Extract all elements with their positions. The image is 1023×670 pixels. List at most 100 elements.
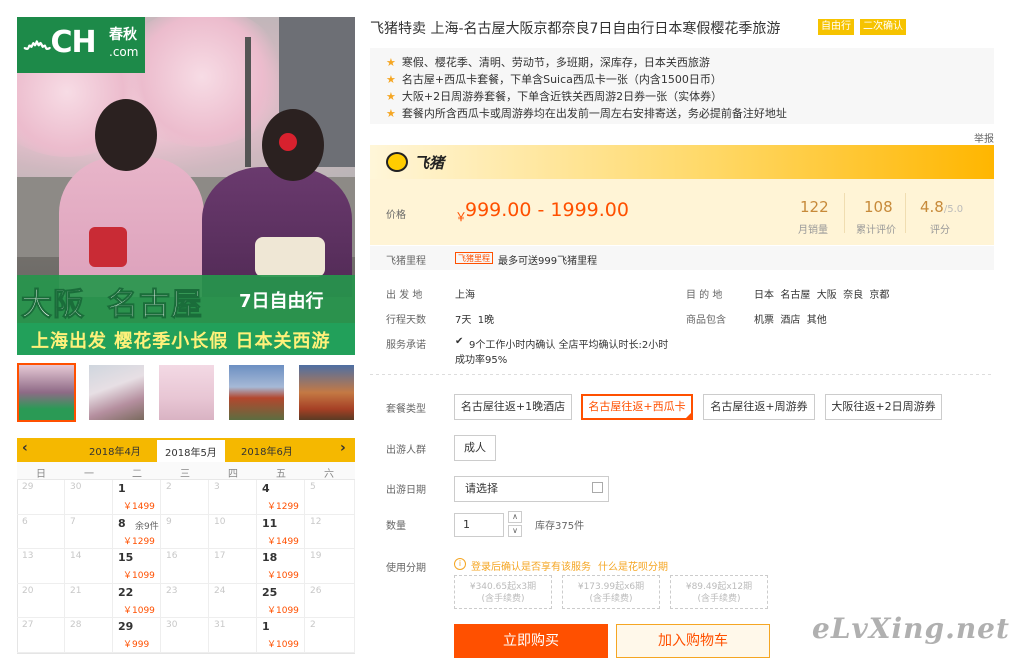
quantity-input[interactable]: 1	[454, 513, 504, 537]
calendar-day-available[interactable]: 18 ￥1099	[257, 549, 305, 584]
day-number: 12	[310, 516, 322, 527]
calendar-day-available[interactable]: 15 ￥1099	[113, 549, 161, 584]
day-stock-note: 余9件	[135, 521, 159, 532]
calendar-day: 9	[161, 514, 209, 549]
calendar-prev-icon[interactable]: ‹	[22, 440, 28, 456]
calendar-day-available[interactable]: 22 ￥1099	[113, 583, 161, 618]
hair	[95, 99, 157, 171]
day-number: 21	[70, 585, 82, 596]
day-number: 26	[310, 585, 322, 596]
day-number: 14	[70, 551, 82, 561]
star-icon: ★	[386, 107, 396, 120]
quantity-down-button[interactable]: ∨	[508, 525, 522, 537]
highlight-item: ★ 大阪+2日周游券套餐，下单含近铁关西周游2日券一张（实体券）	[386, 90, 723, 103]
dest-value: 日本 名古屋 大阪 奈良 京都	[754, 290, 890, 301]
day-price: ￥1099	[267, 640, 299, 650]
obi-bow	[89, 227, 127, 267]
product-main-image[interactable]: ෴CH 春秋 .com 大阪 名古屋 7日自由行 上海出发 樱花季小长假 日本关…	[17, 17, 355, 355]
calendar-day: 7	[65, 514, 113, 549]
brand-logo: ෴CH 春秋 .com	[17, 17, 145, 73]
report-link[interactable]: 举报	[974, 130, 994, 145]
reviews-value[interactable]: 108	[864, 198, 893, 216]
calendar-day: 24	[209, 583, 257, 618]
package-option-1[interactable]: 名古屋往返+1晚酒店	[454, 394, 572, 420]
quantity-up-button[interactable]: ∧	[508, 511, 522, 523]
calendar-day: 30	[161, 618, 209, 653]
calendar-day-available[interactable]: 29 ￥999	[113, 618, 161, 653]
day-number: 9	[166, 516, 172, 527]
installment-option-12[interactable]: ¥89.49起x12期 (含手续费)	[670, 575, 768, 609]
thumbnail-4[interactable]	[229, 365, 284, 420]
highlight-item: ★ 套餐内所含西瓜卡或周游券均在出发前一周左右安排寄送，务必提前备注好地址	[386, 107, 787, 120]
day-price: ￥1099	[123, 605, 155, 616]
check-icon: ✔	[455, 336, 464, 347]
dest-label: 目 的 地	[686, 290, 723, 301]
calendar-day-available[interactable]: 4 ￥1299	[257, 480, 305, 515]
installment-option-6[interactable]: ¥173.99起x6期 (含手续费)	[562, 575, 660, 609]
day-number: 28	[70, 620, 82, 630]
obi-bow	[255, 237, 325, 277]
people-option-adult[interactable]: 成人	[454, 435, 496, 461]
reviews-label[interactable]: 累计评价	[856, 221, 896, 236]
days-label: 行程天数	[386, 315, 426, 326]
day-number: 23	[166, 585, 178, 596]
calendar-day-available[interactable]: 1 ￥1499	[113, 480, 161, 515]
day-number: 30	[166, 620, 178, 630]
calendar-prev-month[interactable]: 2018年4月	[89, 443, 141, 458]
package-option-2[interactable]: 名古屋往返+西瓜卡	[581, 394, 693, 420]
calendar-day-available[interactable]: 1 ￥1099	[257, 618, 305, 653]
date-select[interactable]: 请选择	[454, 476, 609, 502]
promise-text: 9个工作小时内确认 全店平均确认时长:2小时	[469, 340, 669, 351]
installment-help-link[interactable]: 什么是花呗分期	[598, 558, 668, 573]
stat-divider	[844, 193, 845, 233]
calendar-day: 6	[17, 514, 65, 549]
day-number: 24	[214, 585, 226, 596]
day-number: 3	[214, 482, 220, 492]
installment-option-3[interactable]: ¥340.65起x3期 (含手续费)	[454, 575, 552, 609]
calendar-day-available[interactable]: 11 ￥1499	[257, 514, 305, 549]
add-to-cart-button[interactable]: 加入购物车	[616, 624, 770, 658]
day-price: ￥1499	[123, 502, 155, 512]
calendar-day: 30	[65, 480, 113, 515]
buy-now-button[interactable]: 立即购买	[454, 624, 608, 658]
calendar-day: 2	[305, 618, 355, 653]
day-price: ￥1299	[267, 502, 299, 512]
day-price: ￥999	[123, 640, 150, 650]
day-number: 27	[22, 620, 34, 630]
calendar-day: 20	[17, 583, 65, 618]
thumbnail-2[interactable]	[89, 365, 144, 420]
calendar-day-available[interactable]: 8 余9件 ￥1299	[113, 514, 161, 549]
day-number: 5	[310, 482, 316, 492]
thumbnail-1[interactable]	[17, 363, 76, 422]
day-number: 19	[310, 551, 322, 561]
day-number: 4	[262, 482, 270, 495]
thumbnail-5[interactable]	[299, 365, 354, 420]
calendar-icon[interactable]	[592, 482, 603, 493]
day-number: 16	[166, 551, 178, 561]
quantity-label: 数量	[386, 521, 406, 532]
day-number: 30	[70, 482, 82, 492]
thumbnail-3[interactable]	[159, 365, 214, 420]
calendar-day: 31	[209, 618, 257, 653]
hero-city-2: 名古屋	[107, 287, 203, 324]
day-number: 13	[22, 551, 34, 561]
calendar-next-month[interactable]: 2018年6月	[241, 443, 293, 458]
star-icon: ★	[386, 90, 396, 103]
calendar-next-icon[interactable]: ›	[340, 440, 346, 456]
day-number: 1	[118, 482, 126, 495]
star-icon: ★	[386, 73, 396, 86]
day-number: 6	[22, 516, 28, 527]
installment-label: 使用分期	[386, 563, 426, 574]
highlight-item: ★ 寒假、樱花季、清明、劳动节，多班期，深库存，日本关西旅游	[386, 56, 710, 69]
package-option-4[interactable]: 大阪往返+2日周游券	[825, 394, 942, 420]
logo-mark: ෴CH	[23, 25, 97, 60]
miles-text: 最多可送999飞猪里程	[498, 256, 598, 267]
day-number: 25	[262, 585, 278, 599]
package-option-3[interactable]: 名古屋往返+周游券	[703, 394, 815, 420]
calendar-day: 16	[161, 549, 209, 584]
fliggy-banner	[370, 145, 994, 179]
logo-com: .com	[109, 45, 139, 59]
calendar-day-available[interactable]: 25 ￥1099	[257, 583, 305, 618]
hair-flower	[279, 133, 297, 151]
day-price: ￥1099	[267, 571, 299, 581]
